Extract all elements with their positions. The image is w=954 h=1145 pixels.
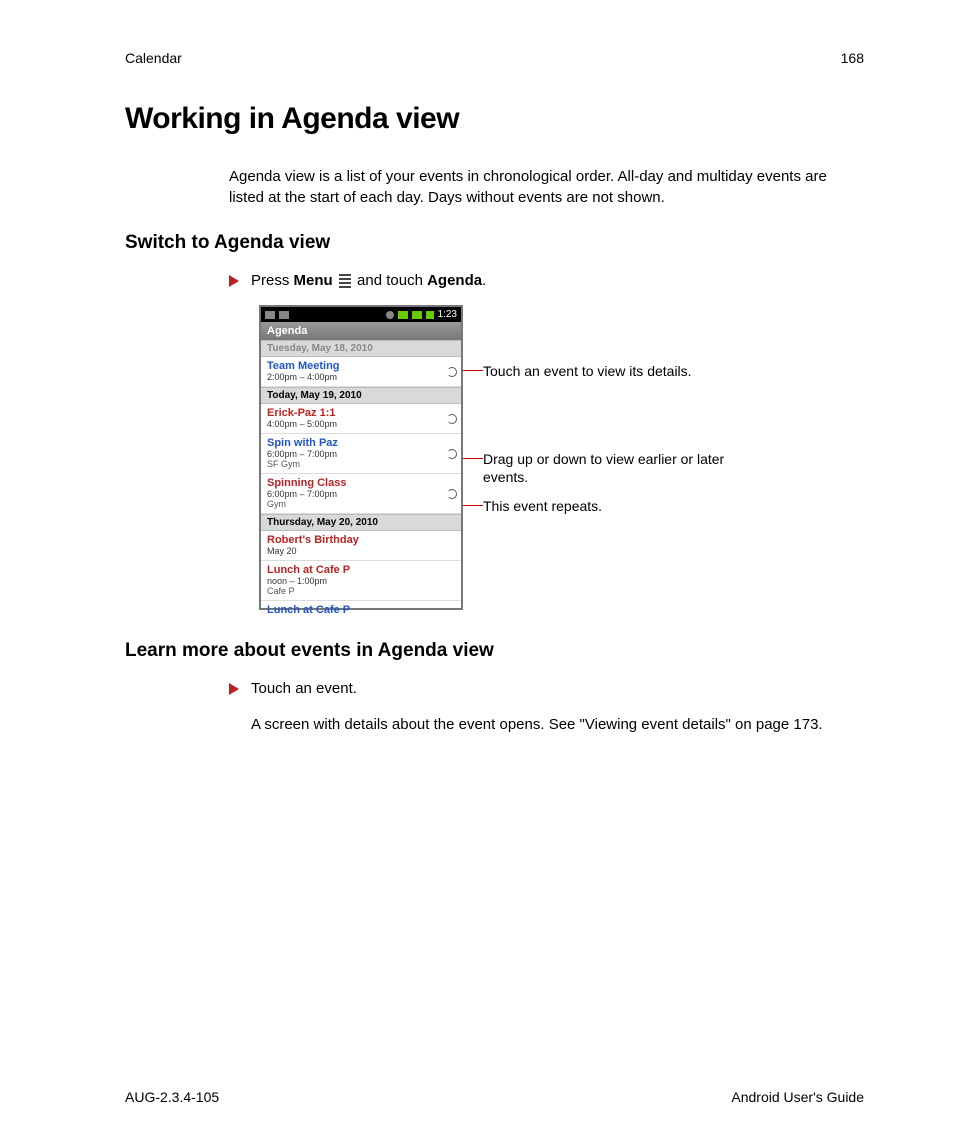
callout-repeat: This event repeats.	[483, 497, 602, 515]
action1-mid: and touch	[353, 272, 427, 289]
event-time: 6:00pm – 7:00pm	[267, 449, 455, 459]
mail-icon	[265, 311, 275, 319]
action1-pre: Press	[251, 272, 294, 289]
event-name: Lunch at Cafe P	[267, 604, 455, 616]
event-location: Cafe P	[267, 586, 455, 596]
action-switch-agenda: Press Menu and touch Agenda.	[229, 270, 864, 291]
intro-paragraph: Agenda view is a list of your events in …	[229, 166, 864, 208]
action-touch-event: Touch an event.	[229, 678, 864, 699]
event-name: Erick-Paz 1:1	[267, 407, 455, 419]
footer-guide-name: Android User's Guide	[731, 1089, 864, 1105]
page-title: Working in Agenda view	[125, 102, 864, 136]
action1-bold1: Menu	[294, 272, 333, 289]
event-item[interactable]: Lunch at Cafe P noon – 1:00pm Cafe P	[261, 561, 461, 601]
event-name: Spin with Paz	[267, 437, 455, 449]
agenda-screenshot: 1:23 Agenda Tuesday, May 18, 2010 Team M…	[259, 305, 463, 610]
event-time: noon – 1:00pm	[267, 576, 455, 586]
day-header: Tuesday, May 18, 2010	[261, 340, 461, 357]
gps-icon	[386, 311, 394, 319]
callout-drag: Drag up or down to view earlier or later…	[483, 450, 753, 486]
event-item[interactable]: Robert's Birthday May 20	[261, 531, 461, 561]
battery-icon	[426, 311, 434, 319]
repeat-icon	[447, 414, 457, 424]
agenda-header: Agenda	[261, 322, 461, 340]
action1-bold2: Agenda	[427, 272, 482, 289]
event-time: 4:00pm – 5:00pm	[267, 419, 455, 429]
event-item[interactable]: Spin with Paz 6:00pm – 7:00pm SF Gym	[261, 434, 461, 474]
event-item[interactable]: Spinning Class 6:00pm – 7:00pm Gym	[261, 474, 461, 514]
page-number: 168	[841, 50, 864, 66]
subhead-learn-more: Learn more about events in Agenda view	[125, 640, 864, 662]
repeat-icon	[447, 489, 457, 499]
status-icon	[279, 311, 289, 319]
event-name: Team Meeting	[267, 360, 455, 372]
status-time: 1:23	[438, 309, 457, 320]
data-icon	[398, 311, 408, 319]
event-time: 2:00pm – 4:00pm	[267, 372, 455, 382]
event-name: Spinning Class	[267, 477, 455, 489]
bullet-icon	[229, 275, 239, 287]
bullet-icon	[229, 683, 239, 695]
event-item[interactable]: Erick-Paz 1:1 4:00pm – 5:00pm	[261, 404, 461, 434]
event-time: 6:00pm – 7:00pm	[267, 489, 455, 499]
event-location: SF Gym	[267, 459, 455, 469]
footer-doc-id: AUG-2.3.4-105	[125, 1089, 219, 1105]
action2-text: Touch an event.	[251, 678, 357, 699]
section-name: Calendar	[125, 50, 182, 66]
action1-post: .	[482, 272, 486, 289]
callout-touch-event: Touch an event to view its details.	[483, 362, 692, 380]
learn-more-paragraph: A screen with details about the event op…	[251, 714, 864, 735]
day-header: Thursday, May 20, 2010	[261, 514, 461, 531]
day-header: Today, May 19, 2010	[261, 387, 461, 404]
subhead-switch: Switch to Agenda view	[125, 232, 864, 254]
repeat-icon	[447, 367, 457, 377]
event-name: Lunch at Cafe P	[267, 564, 455, 576]
menu-icon	[339, 274, 351, 288]
event-location: Gym	[267, 499, 455, 509]
event-item[interactable]: Team Meeting 2:00pm – 4:00pm	[261, 357, 461, 387]
repeat-icon	[447, 449, 457, 459]
event-name: Robert's Birthday	[267, 534, 455, 546]
signal-icon	[412, 311, 422, 319]
event-item[interactable]: Lunch at Cafe P	[261, 601, 461, 616]
event-time: May 20	[267, 546, 455, 556]
